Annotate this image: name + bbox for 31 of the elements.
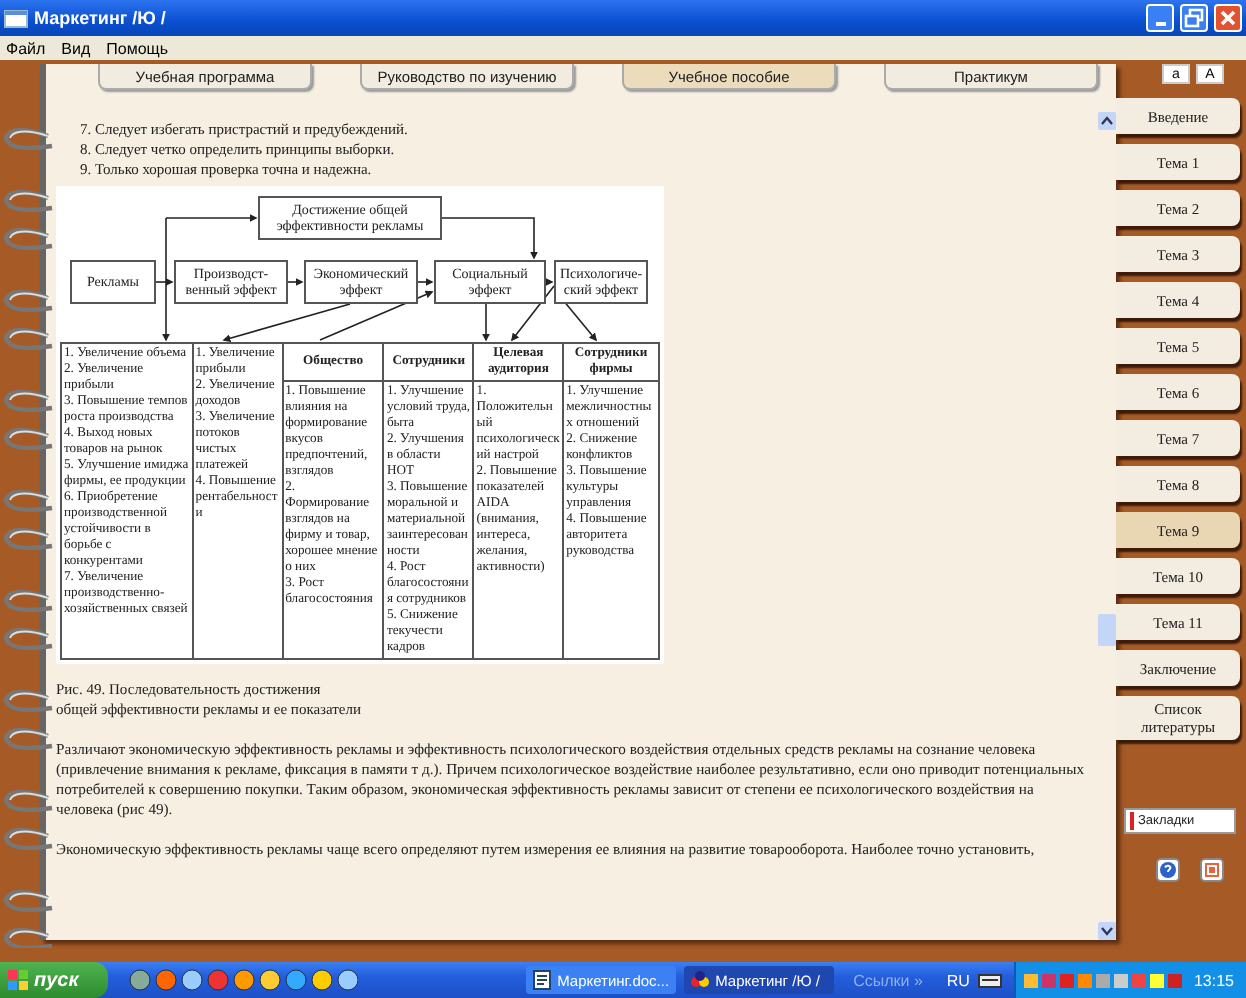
help-icon[interactable]	[1156, 858, 1180, 882]
caret-up-icon	[1100, 116, 1114, 126]
minimize-icon	[1155, 22, 1165, 26]
menu-item[interactable]: Файл	[6, 39, 46, 57]
app-icon	[689, 970, 710, 990]
caret-down-icon	[1100, 926, 1114, 936]
menu-item[interactable]: Вид	[61, 39, 91, 57]
restore-icon	[1184, 8, 1204, 28]
quick-launch-icons-drawing[interactable]	[128, 966, 358, 994]
language-indicator[interactable]: RU	[946, 971, 970, 989]
minimize-button[interactable]	[1146, 4, 1174, 32]
exit-icon[interactable]	[1200, 858, 1224, 882]
connector-arrow	[287, 278, 304, 286]
keyboard-icon[interactable]	[977, 973, 1002, 987]
tray-icons-drawing[interactable]	[1023, 969, 1184, 991]
clock: 13:15	[1193, 971, 1234, 989]
scroll-down-button[interactable]	[1098, 922, 1116, 940]
connector-arrow	[222, 303, 351, 342]
close-icon	[1218, 8, 1238, 28]
menu-item[interactable]: Помощь	[106, 39, 169, 57]
connector-arrow	[482, 303, 490, 342]
window-icon	[4, 9, 28, 27]
windows-logo-icon	[8, 970, 28, 990]
window-title: Маркетинг /Ю /	[34, 8, 168, 28]
restore-button[interactable]	[1180, 4, 1208, 32]
document-icon	[531, 970, 552, 990]
connector-arrow	[441, 217, 538, 260]
connector-arrow	[417, 278, 434, 286]
scrollbar-thumb[interactable]	[1098, 614, 1116, 646]
close-button[interactable]	[1214, 4, 1242, 32]
scroll-up-button[interactable]	[1098, 112, 1116, 130]
